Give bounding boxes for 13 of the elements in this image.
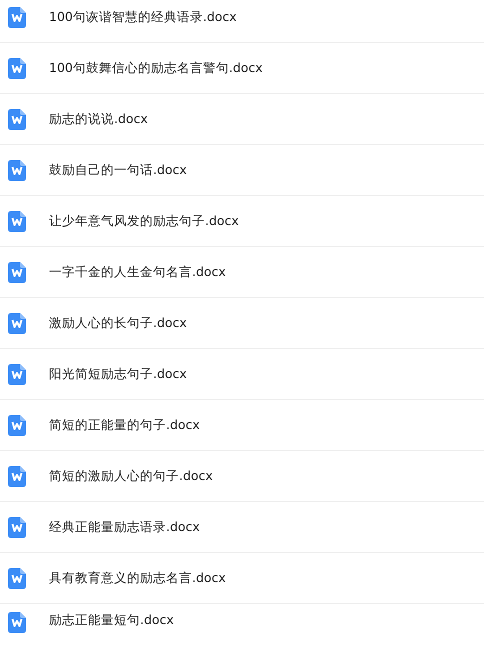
file-name[interactable]: 一字千金的人生金句名言.docx — [49, 264, 226, 280]
file-name[interactable]: 阳光简短励志句子.docx — [49, 366, 187, 382]
file-name[interactable]: 激励人心的长句子.docx — [49, 314, 187, 332]
file-name[interactable]: 100句诙谐智慧的经典语录.docx — [49, 8, 237, 26]
file-name[interactable]: 励志正能量短句.docx — [49, 612, 174, 629]
file-name[interactable]: 让少年意气风发的励志句子.docx — [49, 212, 239, 230]
file-name[interactable]: 具有教育意义的励志名言.docx — [49, 570, 226, 586]
file-name[interactable]: 励志的说说.docx — [49, 110, 148, 128]
file-name[interactable]: 100句鼓舞信心的励志名言警句.docx — [49, 60, 263, 76]
file-name[interactable]: 经典正能量励志语录.docx — [49, 518, 200, 536]
file-name[interactable]: 简短的激励人心的句子.docx — [49, 468, 213, 484]
file-name[interactable]: 简短的正能量的句子.docx — [49, 416, 200, 434]
file-name[interactable]: 鼓励自己的一句话.docx — [49, 162, 187, 178]
